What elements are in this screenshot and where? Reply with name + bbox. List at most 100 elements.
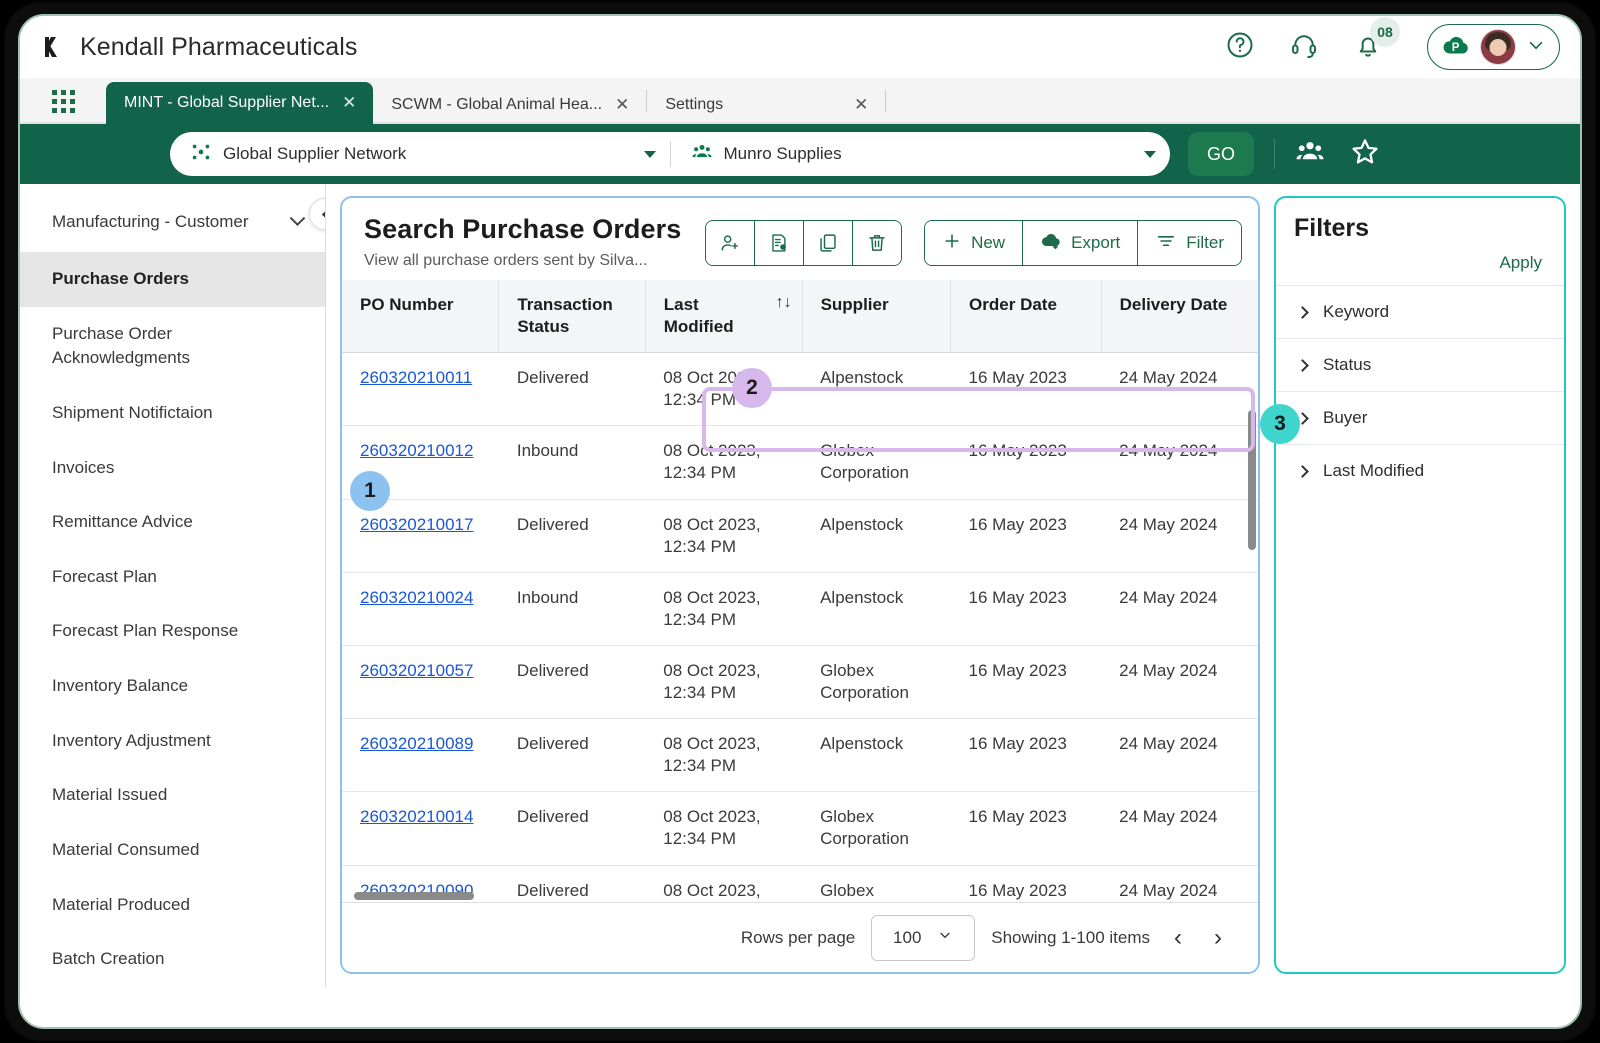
table-horizontal-scrollbar[interactable] [354,892,474,900]
table-header-row: PO Number Transaction Status Last Modified… [342,280,1258,354]
po-number-link[interactable]: 260320210012 [360,441,473,460]
table-row[interactable]: 260320210090Delivered08 Oct 2023, 12:34 … [342,865,1258,902]
tab-mint[interactable]: MINT - Global Supplier Net... ✕ [106,82,374,124]
network-nodes-icon [190,141,212,168]
filter-row-keyword[interactable]: Keyword [1276,285,1564,338]
filters-panel: Filters Apply Keyword Status Buyer Last Mod… [1274,196,1566,974]
sidebar-group-header[interactable]: Manufacturing - Customer [20,184,325,252]
sidebar-item-inventory-balance[interactable]: Inventory Balance [20,659,325,714]
cell-order-date: 16 May 2023 [950,425,1102,500]
sidebar-item-purchase-order-acknowledgments[interactable]: Purchase Order Acknowledgments [20,307,325,386]
sidebar-item-label: Invoices [52,457,115,477]
filter-row-status[interactable]: Status [1276,338,1564,391]
table-row[interactable]: 260320210057 Delivered 08 Oct 2023, 12:34 … [342,645,1258,720]
sidebar-item-forecast-plan-response[interactable]: Forecast Plan Response [20,604,325,659]
pagination-bar: Rows per page 100 Showing 1-100 items ‹ … [342,902,1258,972]
sidebar-item-remittance-advice[interactable]: Remittance Advice [20,495,325,550]
cell-status: Delivered [498,645,646,720]
filter-button[interactable]: Filter [1138,221,1241,265]
export-button[interactable]: Export [1023,221,1139,265]
help-circle-icon[interactable] [1225,30,1255,65]
table-row[interactable]: 260320210012 Inbound 08 Oct 2023, 12:34 PM… [342,425,1258,500]
po-number-link[interactable]: 260320210089 [360,734,473,753]
po-number-link[interactable]: 260320210011 [360,368,472,387]
filter-button-label: Filter [1186,233,1224,252]
column-header-order-date[interactable]: Order Date [950,280,1102,354]
column-header-transaction-status[interactable]: Transaction Status [498,280,646,354]
cell-po-number: 260320210089 [342,718,499,793]
copy-icon[interactable] [804,221,854,265]
sidebar-item-purchase-orders[interactable]: Purchase Orders [20,252,325,307]
sidebar-item-label: Batch Creation [52,949,165,969]
profile-menu[interactable]: P [1427,24,1560,70]
table-row[interactable]: 260320210089 Delivered 08 Oct 2023, 12:34 … [342,718,1258,793]
network-selector[interactable]: Global Supplier Network [170,132,670,176]
sidebar-item-inventory-adjustment[interactable]: Inventory Adjustment [20,714,325,769]
column-header-po-number[interactable]: PO Number [342,280,500,354]
filter-row-label: Status [1323,355,1372,374]
sidebar-item-forecast-plan[interactable]: Forecast Plan [20,550,325,605]
kendall-logo-icon [42,34,68,60]
partner-selector[interactable]: Munro Supplies [671,132,1171,176]
main-content: Search Purchase Orders View all purchase… [326,184,1274,987]
table-row[interactable]: 260320210014 Delivered 08 Oct 2023, 12:34 … [342,791,1258,866]
sidebar-item-batch-creation[interactable]: Batch Creation [20,932,325,987]
sidebar-item-invoices[interactable]: Invoices [20,441,325,496]
apply-filters-button[interactable]: Apply [1276,243,1564,285]
filter-row-last-modified[interactable]: Last Modified [1276,444,1564,497]
table-row[interactable]: 260320210017 Delivered 08 Oct 2023, 12:34 … [342,499,1258,573]
column-header-supplier[interactable]: Supplier [802,280,952,354]
cell-modified: 08 Oct 2023, 12:34 PM [645,352,803,427]
po-number-link[interactable]: 260320210057 [360,661,473,680]
svg-text:P: P [1452,42,1460,54]
cell-modified: 08 Oct 2023, 12:34 PM [645,645,803,720]
cell-modified: 08 Oct 2023, 12:34 PM [645,718,803,793]
column-header-label: PO Number [360,295,454,314]
table-body: 260320210011 Delivered 08 Oct 2023, 12:34 … [342,352,1258,902]
column-header-label: Delivery Date [1119,295,1228,314]
rows-per-page-select[interactable]: 100 [871,914,976,961]
column-header-label: Order Date [969,295,1057,314]
people-group-icon[interactable] [1295,137,1325,172]
cell-delivery-date: 24 May 2024 [1101,572,1258,646]
sidebar-item-list: Purchase Orders Purchase Order Acknowledg… [20,252,325,987]
sidebar-item-material-consumed[interactable]: Material Consumed [20,823,325,878]
tab-settings[interactable]: Settings ✕ [647,86,885,124]
bell-icon[interactable]: 08 [1353,16,1400,65]
rows-per-page-value: 100 [893,927,922,947]
cell-modified: 08 Oct 2023, 12:34 PM [645,572,803,646]
document-status-icon[interactable] [755,221,805,265]
apps-grid-icon[interactable] [20,78,106,124]
tab-scwm[interactable]: SCWM - Global Animal Hea... ✕ [373,86,646,124]
showing-items-label: Showing 1-100 items [991,927,1150,947]
po-number-link[interactable]: 260320210024 [360,588,473,607]
filter-row-label: Keyword [1323,302,1390,321]
delete-icon[interactable] [853,221,902,265]
filter-row-buyer[interactable]: Buyer [1276,391,1564,444]
column-header-delivery-date[interactable]: Delivery Date [1101,280,1258,354]
chevron-down-icon [289,209,306,226]
close-icon[interactable]: ✕ [612,95,632,115]
close-icon[interactable]: ✕ [339,93,359,113]
assign-user-icon[interactable] [706,221,756,265]
sidebar-item-shipment-notifictaion[interactable]: Shipment Notifictaion [20,386,325,441]
headset-icon[interactable] [1289,30,1319,65]
close-icon[interactable]: ✕ [851,95,871,115]
column-header-last-modified[interactable]: Last Modified ↑↓ [645,280,803,354]
sidebar-item-material-issued[interactable]: Material Issued [20,768,325,823]
cell-supplier: Globex Corporation [802,645,951,720]
go-button[interactable]: GO [1188,132,1254,176]
prev-page-button[interactable]: ‹ [1166,925,1190,950]
table-vertical-scrollbar[interactable] [1248,410,1256,550]
table-row[interactable]: 260320210011 Delivered 08 Oct 2023, 12:34 … [342,352,1258,427]
cell-order-date: 16 May 2023 [950,645,1102,720]
star-icon[interactable] [1349,136,1381,173]
table-row[interactable]: 260320210024 Inbound 08 Oct 2023, 12:34 PM… [342,572,1258,646]
po-number-link[interactable]: 260320210017 [360,515,473,534]
new-button[interactable]: New [925,221,1024,265]
next-page-button[interactable]: › [1206,925,1230,950]
sidebar-item-material-produced[interactable]: Material Produced [20,878,325,933]
po-number-link[interactable]: 260320210014 [360,807,473,826]
tab-divider [885,90,887,112]
sort-toggle-icon[interactable]: ↑↓ [776,294,792,312]
